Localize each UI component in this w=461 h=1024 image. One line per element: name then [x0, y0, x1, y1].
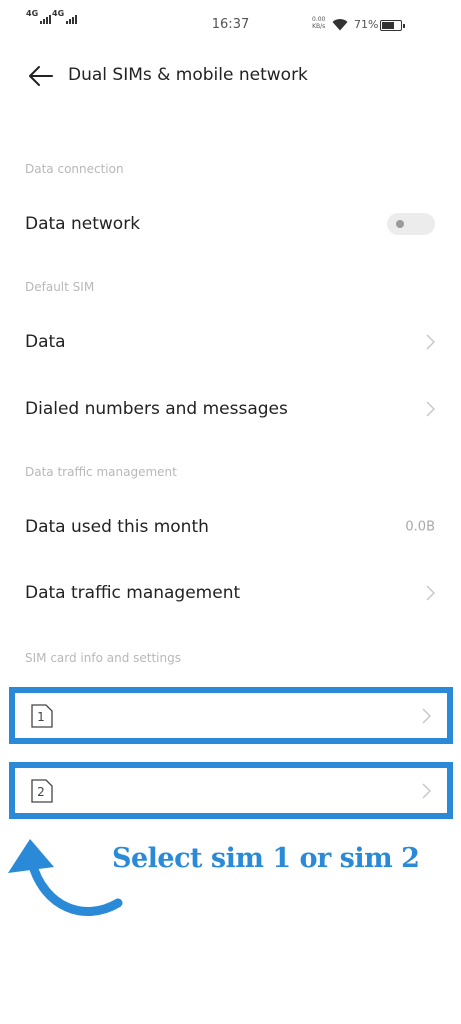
traffic-management-row[interactable]: Data traffic management	[0, 563, 461, 623]
dialed-numbers-label: Dialed numbers and messages	[25, 399, 288, 419]
app-header: Dual SIMs & mobile network	[0, 56, 461, 96]
data-used-row[interactable]: Data used this month 0.0B	[0, 497, 461, 557]
toggle-knob	[396, 220, 404, 228]
page-title: Dual SIMs & mobile network	[68, 65, 308, 85]
sim2-row[interactable]: 2	[9, 762, 453, 819]
data-used-value: 0.0B	[405, 519, 435, 535]
data-used-label: Data used this month	[25, 517, 209, 537]
battery-percent: 71%	[354, 18, 379, 31]
sim2-number: 2	[37, 785, 45, 799]
sim-card-icon: 2	[31, 778, 53, 803]
section-label-data-connection: Data connection	[25, 162, 124, 176]
sim-card-icon: 1	[31, 703, 53, 728]
data-network-toggle[interactable]	[387, 213, 435, 235]
data-sim-row[interactable]: Data	[0, 312, 461, 372]
traffic-management-label: Data traffic management	[25, 583, 241, 603]
net-speed-unit: KB/s	[312, 23, 326, 30]
section-label-default-sim: Default SIM	[25, 280, 95, 294]
net-speed-value: 0.00	[312, 16, 326, 23]
net-speed: 0.00 KB/s	[312, 16, 325, 30]
sim1-number: 1	[37, 710, 45, 724]
status-bar: 4G 4G 16:37 0.00 KB/s 71%	[0, 0, 461, 52]
curved-arrow-icon	[8, 839, 123, 916]
data-network-row[interactable]: Data network	[0, 194, 461, 254]
back-arrow-icon[interactable]	[26, 64, 54, 88]
section-label-sim-info: SIM card info and settings	[25, 651, 181, 665]
wifi-icon	[332, 19, 348, 31]
data-network-label: Data network	[25, 214, 141, 234]
dialed-numbers-row[interactable]: Dialed numbers and messages	[0, 379, 461, 439]
section-label-data-traffic: Data traffic management	[25, 465, 177, 479]
annotation-caption: Select sim 1 or sim 2	[112, 843, 420, 874]
data-sim-label: Data	[25, 332, 66, 352]
chevron-right-icon	[426, 585, 435, 601]
chevron-right-icon	[426, 334, 435, 350]
battery-icon	[380, 20, 405, 31]
chevron-right-icon	[422, 707, 431, 724]
sim1-row[interactable]: 1	[9, 687, 453, 744]
chevron-right-icon	[426, 401, 435, 417]
chevron-right-icon	[422, 782, 431, 799]
